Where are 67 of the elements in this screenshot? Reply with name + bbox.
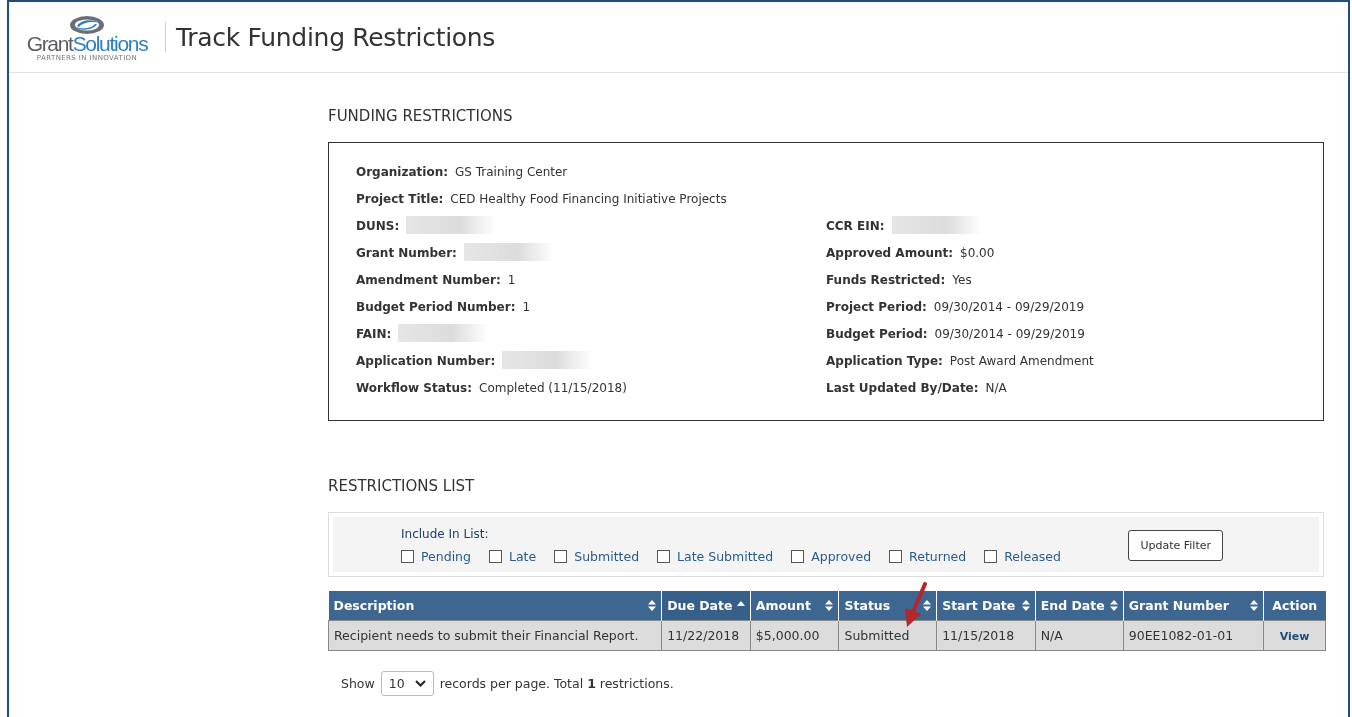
logo-icon: [69, 14, 105, 35]
column-header[interactable]: Amount: [750, 591, 839, 621]
field-value: Post Award Amendment: [949, 354, 1094, 368]
pager-text: records per page. Total 1 restrictions.: [439, 676, 674, 691]
column-header[interactable]: Due Date: [661, 591, 751, 621]
field-value: Completed (11/15/2018): [479, 381, 627, 395]
section-heading: RESTRICTIONS LIST: [328, 477, 476, 495]
table-cell: Recipient needs to submit their Financial Report.: [328, 620, 662, 651]
checkbox[interactable]: [401, 550, 414, 563]
table-cell: $5,000.00: [750, 620, 839, 651]
logo-wordmark: GrantSolutions: [26, 32, 148, 55]
page-title: Track Funding Restrictions: [176, 22, 496, 52]
checkbox-label[interactable]: Released: [1004, 549, 1061, 564]
checkbox-label[interactable]: Approved: [811, 549, 872, 564]
field-label: Project Title:: [356, 192, 444, 206]
field-value: $0.00: [960, 246, 995, 260]
table-cell: 11/15/2018: [936, 620, 1036, 651]
field-value: CED Healthy Food Financing Initiative Projects: [450, 192, 727, 206]
page-size-select[interactable]: 10: [380, 671, 434, 696]
checkbox[interactable]: [889, 550, 903, 563]
field-label: CCR EIN:: [826, 219, 885, 233]
checkbox-label[interactable]: Late Submitted: [677, 549, 774, 564]
field-value: Yes: [952, 273, 972, 287]
checkbox[interactable]: [657, 550, 671, 563]
field-value: N/A: [985, 381, 1007, 395]
field-label: Grant Number:: [356, 246, 457, 260]
column-header[interactable]: Status: [838, 591, 937, 621]
table-cell: 11/22/2018: [661, 620, 751, 651]
field-value: 1: [507, 273, 516, 287]
checkbox[interactable]: [984, 550, 998, 563]
field-label: Workflow Status:: [356, 381, 473, 395]
filter-label: Include In List:: [401, 527, 490, 541]
table-cell: Submitted: [838, 620, 937, 651]
field-value: 09/30/2014 - 09/29/2019: [933, 300, 1085, 314]
field-value: GS Training Center: [455, 165, 568, 179]
column-header[interactable]: Start Date: [936, 591, 1036, 621]
checkbox[interactable]: [489, 550, 502, 563]
field-label: Funds Restricted:: [826, 273, 946, 287]
column-header[interactable]: End Date: [1035, 591, 1124, 621]
column-header[interactable]: Action: [1263, 591, 1326, 621]
field-value: 1: [522, 300, 531, 314]
checkbox-label[interactable]: Submitted: [574, 549, 640, 564]
pager-text: Show: [341, 676, 375, 691]
field-label: Amendment Number:: [356, 273, 501, 287]
field-label: Budget Period Number:: [356, 300, 516, 314]
chevron-down-icon: [414, 680, 426, 687]
field-label: Approved Amount:: [826, 246, 953, 260]
field-label: Budget Period:: [826, 327, 928, 341]
table-cell: N/A: [1035, 620, 1124, 651]
checkbox[interactable]: [554, 550, 568, 563]
checkbox-label[interactable]: Pending: [421, 549, 471, 564]
field-label: Application Type:: [826, 354, 943, 368]
field-value: 09/30/2014 - 09/29/2019: [934, 327, 1085, 341]
checkbox-label[interactable]: Returned: [909, 549, 967, 564]
checkbox[interactable]: [791, 550, 805, 563]
column-header[interactable]: Grant Number: [1123, 591, 1264, 621]
field-label: Application Number:: [356, 354, 496, 368]
field-label: FAIN:: [356, 327, 392, 341]
section-heading: FUNDING RESTRICTIONS: [328, 107, 514, 125]
field-label: Organization:: [356, 165, 448, 179]
field-label: Last Updated By/Date:: [826, 381, 979, 395]
checkbox-label[interactable]: Late: [509, 549, 537, 564]
field-label: DUNS:: [356, 219, 400, 233]
update-filter-button[interactable]: Update Filter: [1128, 530, 1223, 561]
table-cell: 90EE1082-01-01: [1123, 620, 1264, 651]
field-label: Project Period:: [826, 300, 927, 314]
column-header[interactable]: Description: [328, 591, 662, 621]
